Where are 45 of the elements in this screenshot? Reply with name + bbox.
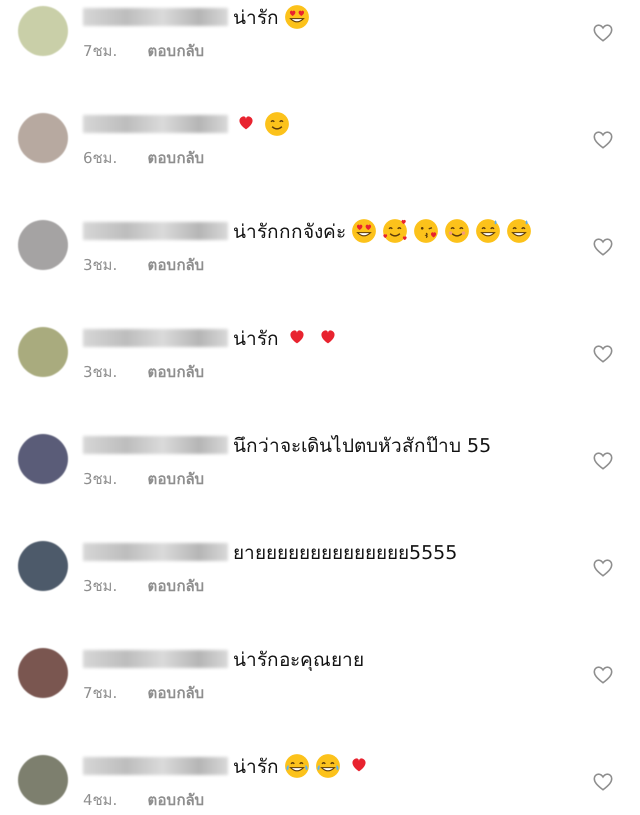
kissing-face-icon xyxy=(413,218,439,244)
avatar[interactable] xyxy=(18,755,68,805)
avatar[interactable] xyxy=(18,648,68,698)
grinning-sweat-face-icon xyxy=(475,218,501,244)
like-button[interactable] xyxy=(592,557,614,579)
avatar[interactable] xyxy=(18,434,68,484)
comment-text: น่ารัก xyxy=(233,755,279,780)
comment-text: นึกว่าจะเดินไปตบหัวสักป๊าบ 55 xyxy=(233,434,492,459)
reply-button[interactable]: ตอบกลับ xyxy=(147,574,204,598)
comment-text: ยายยยยยยยยยยยยยย5555 xyxy=(233,541,458,566)
heart-eyes-face-icon xyxy=(351,218,377,244)
reply-button[interactable]: ตอบกลับ xyxy=(147,360,204,384)
reply-button[interactable]: ตอบกลับ xyxy=(147,467,204,491)
comment-time: 3ชม. xyxy=(83,255,118,276)
face-with-hearts-icon xyxy=(382,218,408,244)
tears-of-joy-face-icon xyxy=(284,753,310,779)
comment-time: 7ชม. xyxy=(83,683,118,704)
like-button[interactable] xyxy=(592,129,614,151)
like-button[interactable] xyxy=(592,236,614,258)
like-button[interactable] xyxy=(592,343,614,365)
like-button[interactable] xyxy=(592,664,614,686)
comment-text: น่ารัก xyxy=(233,6,279,31)
comment-time: 3ชม. xyxy=(83,576,118,597)
comment-text: น่ารัก xyxy=(233,327,279,352)
reply-button[interactable]: ตอบกลับ xyxy=(147,788,204,812)
reply-button[interactable]: ตอบกลับ xyxy=(147,146,204,170)
comment-time: 3ชม. xyxy=(83,469,118,490)
reply-button[interactable]: ตอบกลับ xyxy=(147,681,204,705)
tears-of-joy-face-icon xyxy=(315,753,341,779)
grinning-sweat-face-icon xyxy=(506,218,532,244)
smiling-face-icon xyxy=(444,218,470,244)
reply-button[interactable]: ตอบกลับ xyxy=(147,39,204,63)
like-button[interactable] xyxy=(592,450,614,472)
comment-time: 6ชม. xyxy=(83,148,118,169)
comment-text: น่ารักกกจังค่ะ xyxy=(233,220,346,245)
avatar[interactable] xyxy=(18,541,68,591)
reply-button[interactable]: ตอบกลับ xyxy=(147,253,204,277)
heart-eyes-face-icon xyxy=(284,4,310,30)
comment-time: 4ชม. xyxy=(83,790,118,811)
comment-text: น่ารักอะคุณยาย xyxy=(233,648,364,673)
like-button[interactable] xyxy=(592,771,614,793)
like-button[interactable] xyxy=(592,22,614,44)
comment-time: 3ชม. xyxy=(83,362,118,383)
smiling-face-icon xyxy=(264,111,290,137)
comment-time: 7ชม. xyxy=(83,41,118,62)
